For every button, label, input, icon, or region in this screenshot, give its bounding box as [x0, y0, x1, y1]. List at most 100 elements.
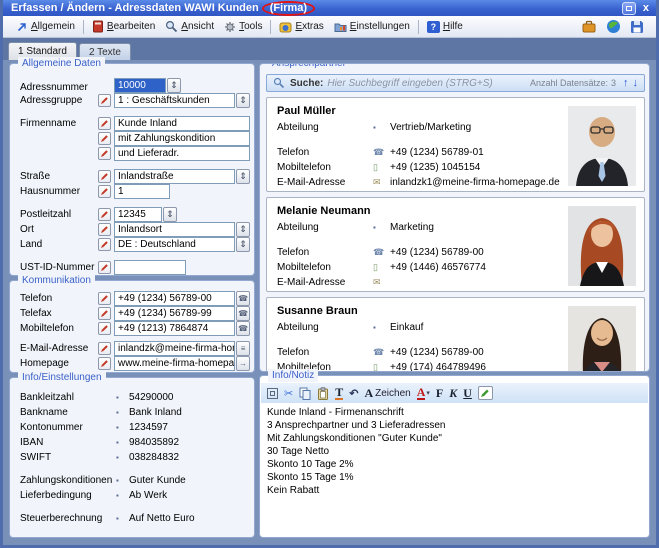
- group-legend: Info/Einstellungen: [18, 371, 106, 384]
- strasse-spinner[interactable]: ⇕: [236, 169, 250, 184]
- strasse-combo[interactable]: Inlandstraße: [114, 169, 235, 184]
- cut-button[interactable]: ✂: [284, 386, 293, 400]
- bold-button[interactable]: F: [436, 386, 443, 400]
- paste-button[interactable]: [317, 386, 329, 400]
- edit-pencil-button[interactable]: [98, 208, 111, 221]
- edit-pencil-button[interactable]: [98, 342, 111, 355]
- edit-pencil-button[interactable]: [98, 147, 111, 160]
- telefon-dial-button[interactable]: ☎: [236, 291, 250, 306]
- menu-tools[interactable]: Tools: [219, 19, 267, 35]
- undo-button[interactable]: ↶: [349, 386, 358, 400]
- pencil-icon: [100, 172, 109, 181]
- mobile-phone-icon: ▯: [373, 162, 390, 173]
- firmenname-input-2[interactable]: mit Zahlungskondition: [114, 131, 250, 146]
- edit-pencil-button[interactable]: [98, 238, 111, 251]
- contact-card[interactable]: Paul Müller Abteilung ▪ Vertrieb/Marketi…: [266, 97, 645, 192]
- menu-allgemein[interactable]: Allgemein: [11, 19, 80, 35]
- edit-pencil-button[interactable]: [98, 261, 111, 274]
- notiz-line: 3 Ansprechpartner und 3 Lieferadressen: [267, 419, 642, 432]
- ort-combo[interactable]: Inlandsort: [114, 222, 235, 237]
- spinner-icon: ⇕: [166, 209, 174, 220]
- adressnummer-spinner[interactable]: ⇕: [167, 78, 181, 93]
- ustid-input[interactable]: [114, 260, 186, 275]
- edit-pencil-button[interactable]: [98, 292, 111, 305]
- edit-pencil-button[interactable]: [98, 322, 111, 335]
- notiz-line: 30 Tage Netto: [267, 445, 642, 458]
- spinner-icon: ⇕: [239, 239, 247, 250]
- window-title-text: Erfassen / Ändern - Adressdaten WAWI Kun…: [11, 2, 259, 14]
- menu-bearbeiten[interactable]: Bearbeiten: [87, 18, 160, 35]
- pencil-icon: [100, 187, 109, 196]
- save-icon[interactable]: [630, 20, 644, 34]
- edit-pencil-button[interactable]: [98, 94, 111, 107]
- underline-button[interactable]: U: [463, 386, 472, 400]
- ort-spinner[interactable]: ⇕: [236, 222, 250, 237]
- close-button[interactable]: x: [643, 2, 649, 14]
- dial-icon: ☎: [238, 324, 248, 333]
- menu-extras[interactable]: Extras: [274, 19, 328, 35]
- font-color-button[interactable]: A▾: [417, 386, 430, 400]
- scroll-up-arrow[interactable]: ↑: [623, 77, 629, 89]
- contact-card[interactable]: Melanie Neumann Abteilung ▪ Marketing Te…: [266, 197, 645, 292]
- mobiltelefon-label: Mobiltelefon: [20, 323, 98, 334]
- group-allgemeine-daten: Allgemeine Daten Adressnummer 10000 ⇕ Ad…: [9, 63, 255, 276]
- plz-input[interactable]: 12345: [114, 207, 162, 222]
- insert-object-button[interactable]: [267, 386, 278, 400]
- telefax-input[interactable]: +49 (1234) 56789-99: [114, 306, 235, 321]
- edit-pencil-button[interactable]: [98, 223, 111, 236]
- adressgruppe-combo[interactable]: 1 : Geschäftskunden: [114, 93, 235, 108]
- menu-label: Extras: [295, 21, 323, 32]
- edit-pencil-button[interactable]: [98, 132, 111, 145]
- menu-label: Allgemein: [31, 21, 75, 32]
- info-label: Bankname: [20, 407, 116, 418]
- homepage-go-button[interactable]: →: [236, 356, 250, 371]
- plz-spinner[interactable]: ⇕: [163, 207, 177, 222]
- menu-einstellungen[interactable]: Einstellungen: [329, 19, 415, 35]
- land-spinner[interactable]: ⇕: [236, 237, 250, 252]
- notiz-toolbar: ✂ T ↶ AZeichen A▾ F K U: [261, 383, 648, 403]
- pencil-icon: [100, 324, 109, 333]
- telefon-input[interactable]: +49 (1234) 56789-00: [114, 291, 235, 306]
- mobiltelefon-input[interactable]: +49 (1213) 7864874: [114, 321, 235, 336]
- adressnummer-input[interactable]: 10000: [114, 78, 166, 93]
- telefax-dial-button[interactable]: ☎: [236, 306, 250, 321]
- edit-pencil-button[interactable]: [98, 117, 111, 130]
- land-combo[interactable]: DE : Deutschland: [114, 237, 235, 252]
- group-legend: Info/Notiz: [268, 369, 318, 382]
- homepage-input[interactable]: www.meine-firma-homepage.de: [114, 356, 235, 371]
- restore-icon: [626, 6, 632, 11]
- email-action-button[interactable]: ≡: [236, 341, 250, 356]
- email-input[interactable]: inlandzk@meine-firma-homepage.de: [114, 341, 235, 356]
- briefcase-icon[interactable]: [581, 20, 597, 34]
- edit-pencil-button[interactable]: [98, 185, 111, 198]
- edit-pencil-button[interactable]: [98, 357, 111, 370]
- scroll-down-arrow[interactable]: ↓: [633, 77, 639, 89]
- italic-button[interactable]: K: [449, 386, 457, 400]
- format-text-button[interactable]: T: [335, 386, 343, 400]
- edit-pencil-button[interactable]: [98, 170, 111, 183]
- paste-icon: [317, 387, 329, 400]
- pencil-icon: [100, 294, 109, 303]
- phone-icon: ☎: [373, 147, 390, 158]
- pencil-icon: [100, 210, 109, 219]
- menu-label: Einstellungen: [350, 21, 410, 32]
- hausnummer-input[interactable]: 1: [114, 184, 170, 199]
- globe-icon[interactable]: [606, 19, 621, 34]
- restore-window-button[interactable]: [622, 2, 636, 15]
- adressgruppe-spinner[interactable]: ⇕: [236, 93, 250, 108]
- notiz-textarea[interactable]: Kunde Inland - Firmenanschrift 3 Ansprec…: [261, 403, 648, 536]
- contact-search-bar[interactable]: Suche: Hier Suchbegriff eingeben (STRG+S…: [266, 74, 645, 92]
- bullet-icon: ▪: [116, 491, 129, 500]
- contact-card[interactable]: Susanne Braun Abteilung ▪ Einkauf Telefo…: [266, 297, 645, 372]
- menu-ansicht[interactable]: Ansicht: [160, 18, 219, 35]
- menu-label: Bearbeiten: [107, 21, 155, 32]
- edit-pencil-button[interactable]: [98, 307, 111, 320]
- firmenname-input-1[interactable]: Kunde Inland: [114, 116, 250, 131]
- copy-button[interactable]: [299, 386, 311, 400]
- telefax-label: Telefax: [20, 308, 98, 319]
- mobil-dial-button[interactable]: ☎: [236, 321, 250, 336]
- font-button[interactable]: AZeichen: [364, 386, 410, 400]
- firmenname-input-3[interactable]: und Lieferadr.: [114, 146, 250, 161]
- edit-note-button[interactable]: [478, 386, 493, 400]
- menu-hilfe[interactable]: ? Hilfe: [422, 19, 468, 35]
